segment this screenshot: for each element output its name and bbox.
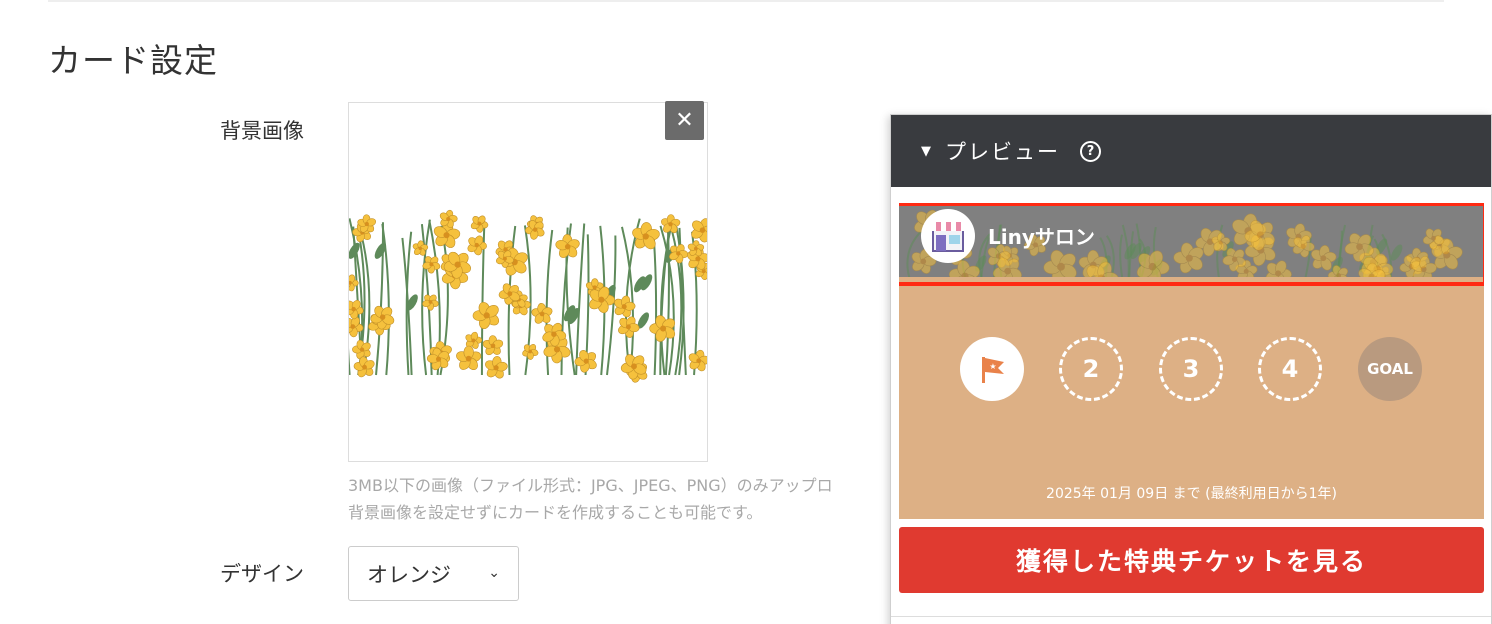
preview-header[interactable]: ▼ プレビュー ? xyxy=(891,115,1491,187)
preview-title: プレビュー xyxy=(945,140,1060,164)
preview-divider xyxy=(891,616,1491,617)
caret-down-icon: ▼ xyxy=(921,143,931,159)
shop-name: Linyサロン xyxy=(988,225,1095,249)
preview-panel: ▼ プレビュー ? Linyサロン ★ 2 3 4 GOAL 2025年 01月… xyxy=(890,114,1492,624)
remove-image-button[interactable]: ✕ xyxy=(665,101,704,140)
goal-stamp: GOAL xyxy=(1358,337,1422,401)
stamp-slot-4: 4 xyxy=(1258,337,1322,401)
optional-background-note: 背景画像を設定せずにカードを作成することも可能です。 xyxy=(348,503,763,522)
flower-band-illustration xyxy=(906,209,1463,277)
svg-text:★: ★ xyxy=(989,362,996,371)
flag-icon: ★ xyxy=(982,357,1004,383)
chevron-down-icon: ⌄ xyxy=(488,565,500,581)
card-header-band: Linyサロン xyxy=(899,203,1484,277)
upload-help-text: 3MB以下の画像（ファイル形式：JPG、JPEG、PNG）のみアップロ xyxy=(348,476,833,495)
section-title: カード設定 xyxy=(48,41,218,80)
design-select-value: オレンジ xyxy=(367,562,451,587)
storefront-icon xyxy=(921,209,975,263)
stamp-card-preview: Linyサロン ★ 2 3 4 GOAL 2025年 01月 09日 まで (最… xyxy=(899,203,1484,519)
start-stamp: ★ xyxy=(960,337,1024,401)
design-label: デザイン xyxy=(220,562,304,586)
top-divider xyxy=(48,0,1444,2)
expiry-text: 2025年 01月 09日 まで (最終利用日から1年) xyxy=(1046,486,1337,502)
view-tickets-button[interactable]: 獲得した特典チケットを見る xyxy=(899,527,1484,593)
design-select[interactable]: オレンジ ⌄ xyxy=(348,546,519,601)
close-icon: ✕ xyxy=(675,108,694,133)
background-image-preview[interactable] xyxy=(348,102,708,462)
stamp-slot-2: 2 xyxy=(1059,337,1123,401)
stamp-slot-3: 3 xyxy=(1159,337,1223,401)
flower-illustration xyxy=(349,209,707,383)
question-circle-icon[interactable]: ? xyxy=(1080,140,1101,162)
background-image-label: 背景画像 xyxy=(220,119,304,143)
